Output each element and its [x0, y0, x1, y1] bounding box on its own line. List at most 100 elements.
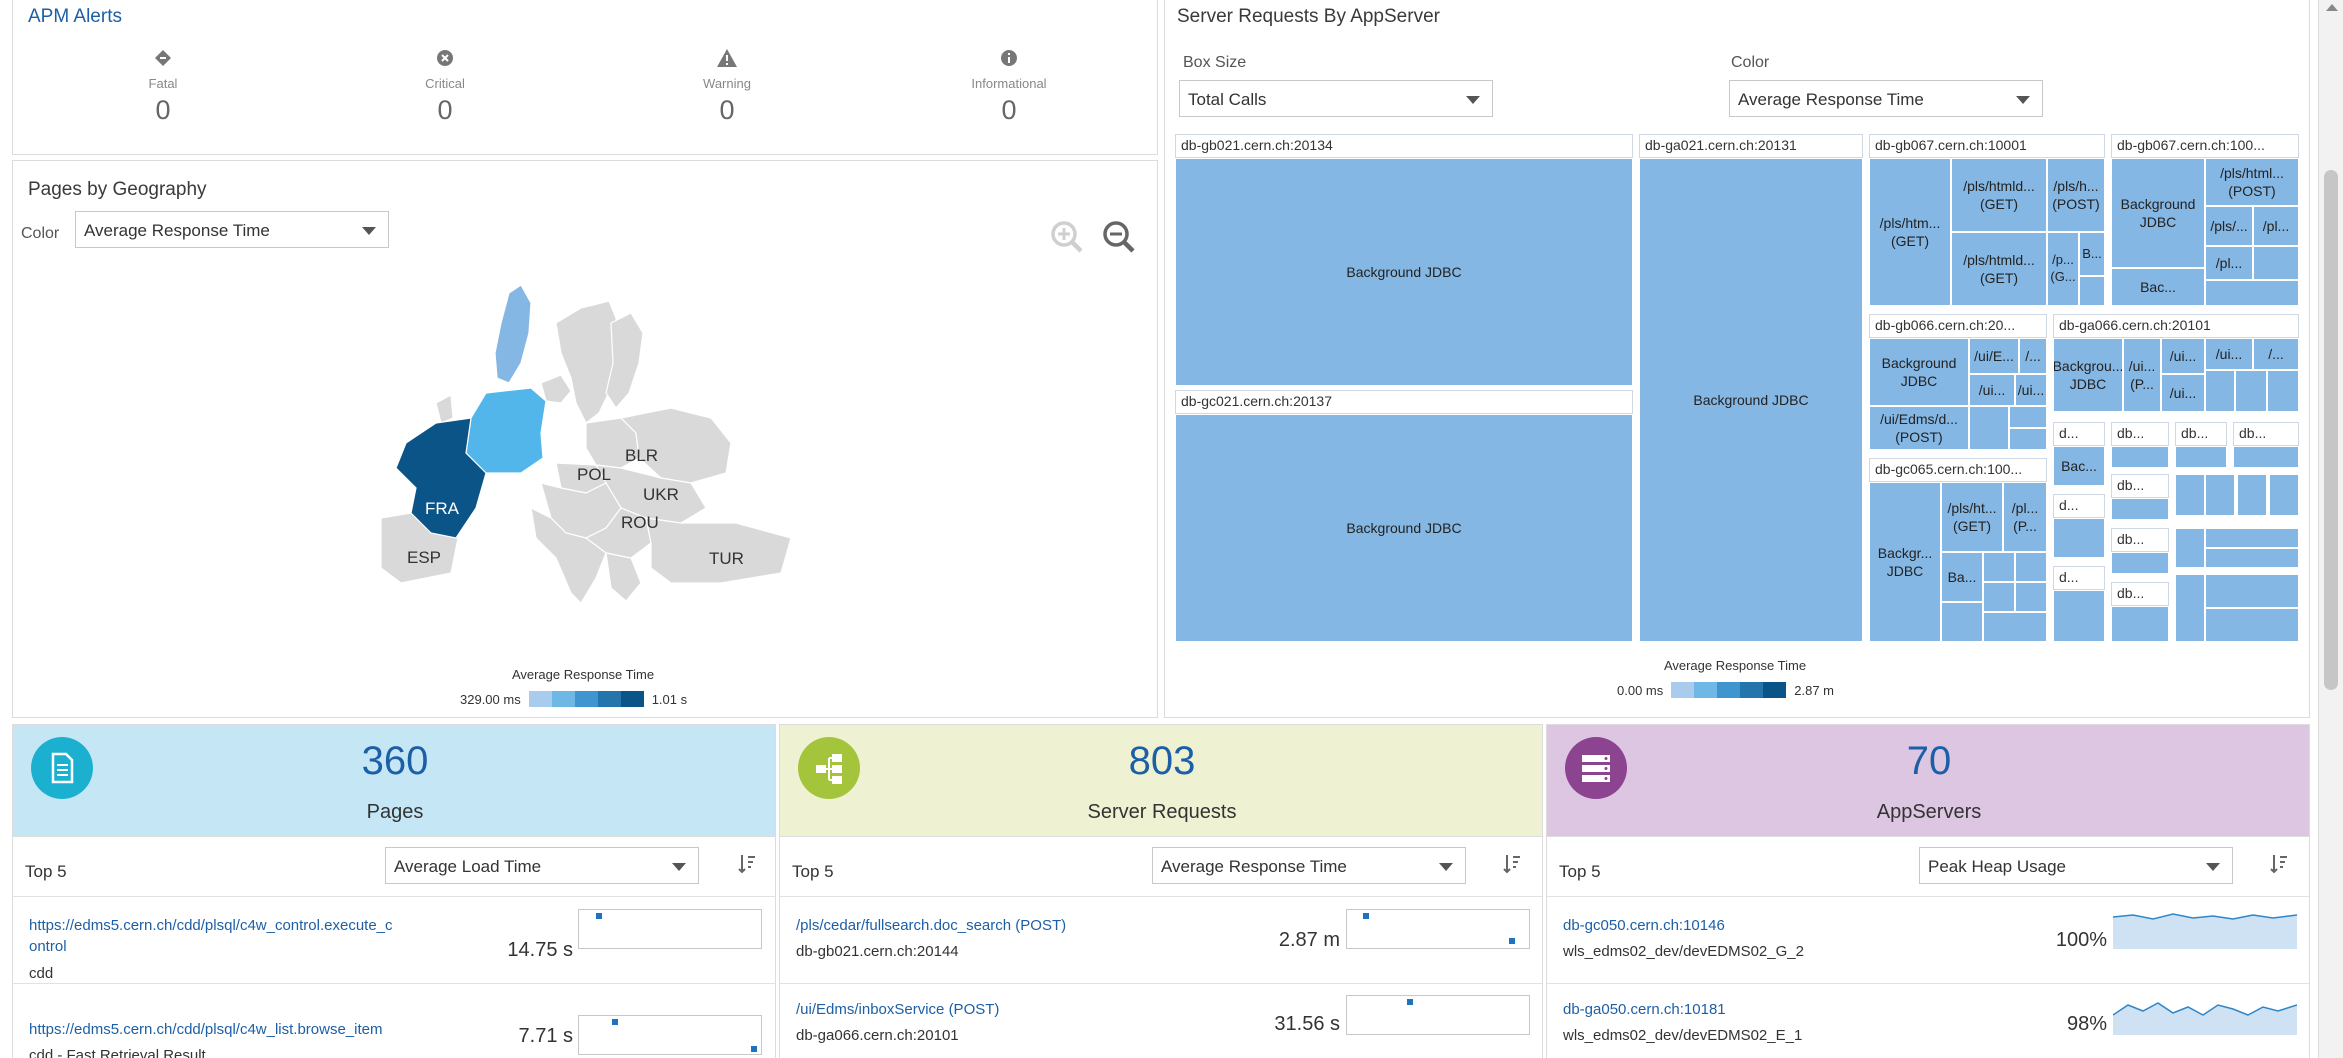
tm-cell[interactable] [2205, 474, 2235, 516]
tm-cell[interactable]: Backgrou... JDBC [2053, 338, 2123, 412]
sort-icon[interactable] [1502, 853, 1522, 880]
pages-row-1-title[interactable]: https://edms5.cern.ch/cdd/plsql/c4w_cont… [29, 915, 409, 957]
alert-critical[interactable]: Critical 0 [385, 48, 505, 126]
tm-cell[interactable]: /ui... [2205, 338, 2253, 370]
tm-cell[interactable] [2015, 582, 2047, 612]
tm-cell[interactable]: /pls/html... (POST) [2205, 158, 2299, 206]
server-requests-metric-select[interactable]: Average Response Time [1152, 847, 1466, 884]
tm-cell[interactable]: /pl... [2253, 206, 2299, 246]
tm-cell[interactable] [2009, 406, 2047, 428]
tm-cell[interactable]: /ui/Edms/d... (POST) [1869, 406, 1969, 450]
tm-cell[interactable]: /... [2019, 338, 2047, 374]
tm-cell[interactable]: Background JDBC [2111, 158, 2205, 268]
tm-cell[interactable]: Bac... [2053, 446, 2105, 486]
tm-cell[interactable]: /ui/E... [1969, 338, 2019, 374]
appservers-metric-select[interactable]: Peak Heap Usage [1919, 847, 2233, 884]
tm-cell[interactable]: Background JDBC [1175, 158, 1633, 386]
treemap-color-select[interactable]: Average Response Time [1729, 80, 2043, 117]
tm-cell[interactable] [2235, 370, 2267, 412]
server-requests-row-1-title[interactable]: /pls/cedar/fullsearch.doc_search (POST) [796, 915, 1176, 936]
tm-cell[interactable] [1969, 406, 2009, 450]
tm-cell[interactable] [1983, 582, 2015, 612]
tm-cell[interactable]: Backgr... JDBC [1869, 482, 1941, 642]
tm-cell[interactable]: /pls/h... (POST) [2047, 158, 2105, 232]
tm-cell[interactable]: /pl... (P... [2003, 482, 2047, 552]
pages-card-header[interactable]: 360 Pages [13, 725, 775, 837]
tm-cell[interactable] [2175, 574, 2205, 642]
tm-cell[interactable]: /pls/... [2205, 206, 2253, 246]
tm-group-header: db... [2111, 474, 2169, 498]
scrollbar-thumb[interactable] [2324, 170, 2338, 690]
server-requests-card-header[interactable]: 803 Server Requests [780, 725, 1542, 837]
geo-color-select[interactable]: Average Response Time [75, 211, 389, 248]
tm-cell[interactable]: /ui... [2015, 374, 2047, 406]
tm-cell[interactable]: /pls/htmld... (GET) [1951, 232, 2047, 306]
zoom-in-icon[interactable] [1049, 219, 1085, 260]
alert-fatal[interactable]: Fatal 0 [103, 48, 223, 126]
chevron-down-icon [1466, 96, 1480, 104]
map-country-sweden[interactable] [494, 284, 532, 384]
tm-cell[interactable] [2233, 446, 2299, 468]
tm-cell[interactable] [2267, 370, 2299, 412]
tm-cell[interactable] [2205, 370, 2235, 412]
tm-cell[interactable]: Background JDBC [1639, 158, 1863, 642]
tm-cell[interactable] [1983, 552, 2015, 582]
tm-cell[interactable] [2111, 606, 2169, 642]
tm-cell[interactable]: /pls/htmld... (GET) [1951, 158, 2047, 232]
tm-cell[interactable] [2205, 574, 2299, 608]
tm-cell[interactable] [2053, 590, 2105, 642]
tm-cell[interactable] [1941, 602, 1983, 642]
tm-cell[interactable] [2205, 608, 2299, 642]
tm-cell[interactable]: /ui... [2161, 338, 2205, 374]
alert-informational[interactable]: Informational 0 [949, 48, 1069, 126]
tm-cell[interactable] [2079, 276, 2105, 306]
tm-cell[interactable]: Background JDBC [1175, 414, 1633, 642]
tm-cell[interactable]: Bac... [2111, 268, 2205, 306]
tm-cell[interactable] [2111, 552, 2169, 574]
appservers-row-1-title[interactable]: db-gc050.cern.ch:10146 [1563, 915, 1943, 936]
boxsize-select[interactable]: Total Calls [1179, 80, 1493, 117]
zoom-out-icon[interactable] [1101, 219, 1137, 260]
geo-color-select-value: Average Response Time [84, 221, 270, 240]
sort-icon[interactable] [2269, 853, 2289, 880]
tm-cell[interactable]: Ba... [1941, 552, 1983, 602]
alert-warning[interactable]: Warning 0 [667, 48, 787, 126]
tm-cell[interactable] [1983, 612, 2047, 642]
pages-metric-select[interactable]: Average Load Time [385, 847, 699, 884]
tm-cell[interactable]: B... [2079, 232, 2105, 276]
apm-alerts-title[interactable]: APM Alerts [28, 6, 122, 28]
scrollbar-up-arrow[interactable] [2326, 4, 2338, 11]
tm-cell[interactable] [2053, 518, 2105, 558]
server-requests-row-2-title[interactable]: /ui/Edms/inboxService (POST) [796, 999, 1176, 1020]
tm-cell[interactable] [2111, 498, 2169, 520]
treemap[interactable]: db-gb021.cern.ch:20134 Background JDBC d… [1175, 134, 2305, 642]
pages-row-2-title[interactable]: https://edms5.cern.ch/cdd/plsql/c4w_list… [29, 1019, 429, 1040]
appservers-row-2-title[interactable]: db-ga050.cern.ch:10181 [1563, 999, 1943, 1020]
tm-cell[interactable] [2175, 528, 2205, 568]
tm-cell[interactable]: /... [2253, 338, 2299, 370]
appservers-card-header[interactable]: 70 AppServers [1547, 725, 2309, 837]
tm-cell[interactable] [2237, 474, 2267, 516]
page-scrollbar[interactable] [2318, 0, 2343, 1058]
tm-cell[interactable] [2269, 474, 2299, 516]
tm-cell[interactable] [2175, 474, 2205, 516]
tm-cell[interactable]: /ui... [2161, 374, 2205, 412]
tm-cell[interactable] [2205, 280, 2299, 306]
tm-cell[interactable]: /ui... (P... [2123, 338, 2161, 412]
tm-cell[interactable]: /p... (G... [2047, 232, 2079, 306]
tm-cell[interactable] [2253, 246, 2299, 280]
tm-cell[interactable] [2015, 552, 2047, 582]
tm-cell[interactable] [2175, 446, 2227, 468]
tm-cell[interactable]: /pl... [2205, 246, 2253, 280]
tm-cell[interactable]: /pls/htm... (GET) [1869, 158, 1951, 306]
europe-map[interactable]: BLR POL UKR FRA ROU ESP TUR [381, 283, 801, 613]
map-country-germany[interactable] [465, 387, 547, 474]
tm-cell[interactable] [2009, 428, 2047, 450]
tm-cell[interactable] [2205, 528, 2299, 548]
tm-cell[interactable] [2205, 548, 2299, 568]
tm-cell[interactable]: /pls/ht... (GET) [1941, 482, 2003, 552]
tm-cell[interactable]: Background JDBC [1869, 338, 1969, 406]
tm-cell[interactable] [2111, 446, 2169, 468]
sort-icon[interactable] [737, 853, 757, 880]
tm-cell[interactable]: /ui... [1969, 374, 2015, 406]
